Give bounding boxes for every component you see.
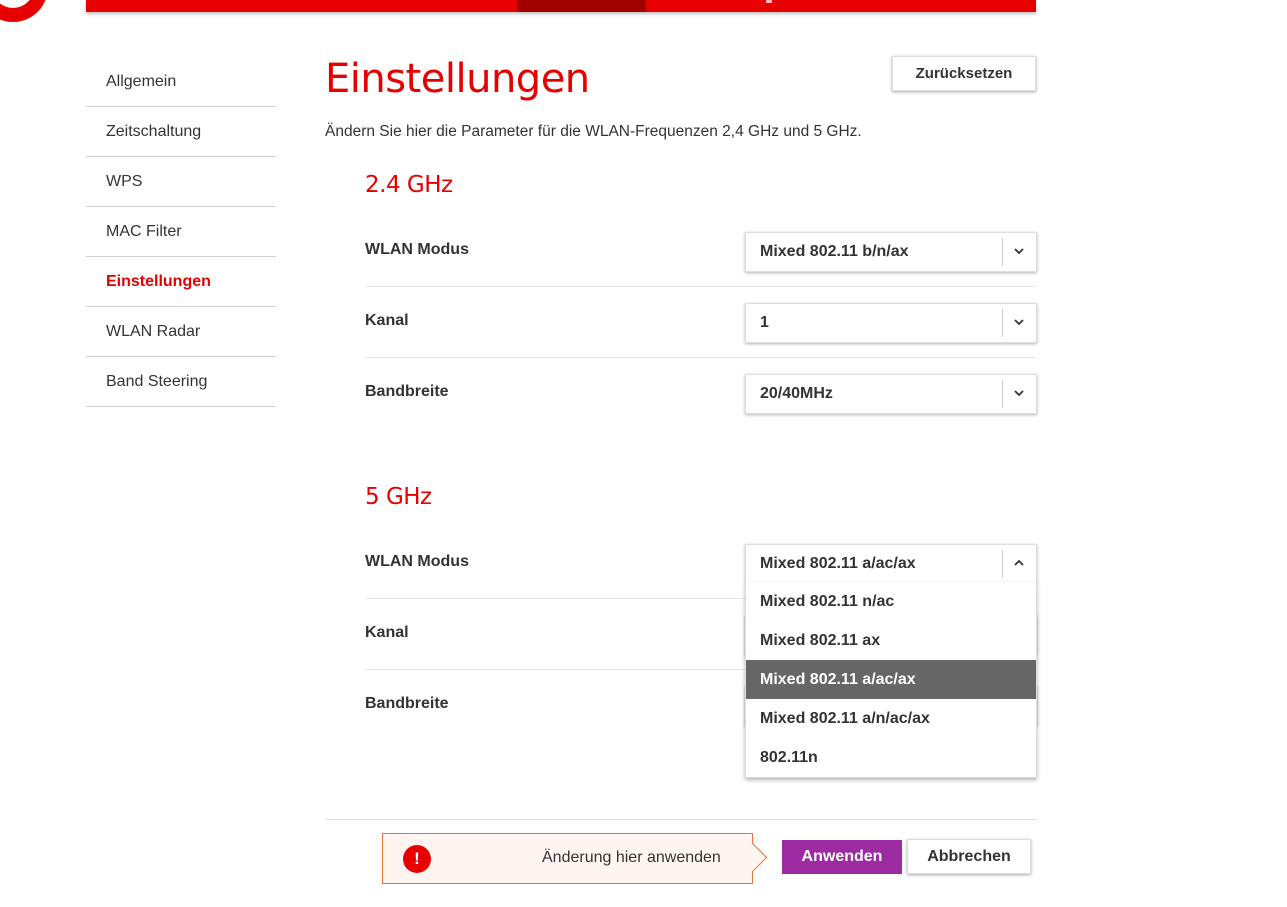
reset-button[interactable]: Zurücksetzen <box>892 56 1036 91</box>
sidebar-item-band-steering[interactable]: Band Steering <box>86 357 276 407</box>
wlan-modus-dropdown-list: Mixed 802.11 n/ac Mixed 802.11 ax Mixed … <box>745 582 1037 778</box>
warning-icon: ! <box>403 845 431 873</box>
select-separator <box>1002 380 1003 408</box>
label-24-kanal: Kanal <box>365 312 409 329</box>
chevron-down-icon <box>1014 248 1024 255</box>
select-5-wlan-modus-value: Mixed 802.11 a/ac/ax <box>760 555 916 572</box>
select-24-kanal[interactable]: 1 <box>745 303 1037 343</box>
label-24-wlan-modus: WLAN Modus <box>365 241 469 258</box>
label-5-bandbreite: Bandbreite <box>365 695 449 712</box>
section-title-5ghz: 5 GHz <box>365 484 432 510</box>
select-24-bandbreite-value: 20/40MHz <box>760 385 833 402</box>
footer-divider <box>325 819 1036 820</box>
label-24-bandbreite: Bandbreite <box>365 383 449 400</box>
dropdown-option[interactable]: 802.11n <box>746 738 1036 777</box>
cancel-button[interactable]: Abbrechen <box>907 839 1031 874</box>
top-nav-tab-marker <box>766 0 772 3</box>
select-24-wlan-modus-value: Mixed 802.11 b/n/ax <box>760 243 909 260</box>
select-5-wlan-modus[interactable]: Mixed 802.11 a/ac/ax <box>745 544 1037 584</box>
sidebar-menu: Allgemein Zeitschaltung WPS MAC Filter E… <box>86 57 276 407</box>
sidebar-item-wlan-radar[interactable]: WLAN Radar <box>86 307 276 357</box>
chevron-up-icon <box>1014 559 1024 566</box>
label-5-wlan-modus: WLAN Modus <box>365 553 469 570</box>
select-24-bandbreite[interactable]: 20/40MHz <box>745 374 1037 414</box>
select-24-kanal-value: 1 <box>760 314 769 331</box>
sidebar-item-allgemein[interactable]: Allgemein <box>86 57 276 107</box>
intro-text: Ändern Sie hier die Parameter für die WL… <box>325 123 862 140</box>
dropdown-option[interactable]: Mixed 802.11 a/n/ac/ax <box>746 699 1036 738</box>
dropdown-option[interactable]: Mixed 802.11 n/ac <box>746 582 1036 621</box>
sidebar-item-mac-filter[interactable]: MAC Filter <box>86 207 276 257</box>
section-title-24ghz: 2.4 GHz <box>365 172 453 198</box>
sidebar-item-zeitschaltung[interactable]: Zeitschaltung <box>86 107 276 157</box>
select-24-wlan-modus[interactable]: Mixed 802.11 b/n/ax <box>745 232 1037 272</box>
vodafone-logo[interactable] <box>0 0 48 22</box>
apply-notice: ! Änderung hier anwenden <box>382 833 753 884</box>
apply-button[interactable]: Anwenden <box>782 840 902 874</box>
dropdown-option-selected[interactable]: Mixed 802.11 a/ac/ax <box>746 660 1036 699</box>
sidebar-item-wps[interactable]: WPS <box>86 157 276 207</box>
chevron-down-icon <box>1014 390 1024 397</box>
dropdown-option[interactable]: Mixed 802.11 ax <box>746 621 1036 660</box>
chevron-down-icon <box>1014 319 1024 326</box>
top-navigation-bar <box>86 0 1036 12</box>
select-separator <box>1002 238 1003 266</box>
top-nav-active-tab[interactable] <box>517 0 646 12</box>
select-separator <box>1002 309 1003 337</box>
page-title: Einstellungen <box>325 56 590 102</box>
label-5-kanal: Kanal <box>365 624 409 641</box>
select-separator <box>1002 550 1003 578</box>
apply-notice-text: Änderung hier anwenden <box>542 849 721 866</box>
sidebar-item-einstellungen[interactable]: Einstellungen <box>86 257 276 307</box>
